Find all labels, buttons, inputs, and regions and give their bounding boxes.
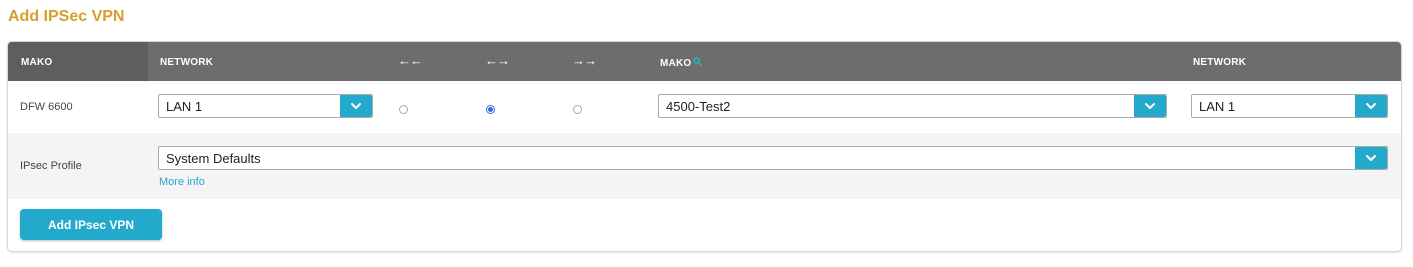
- direction-right-radio[interactable]: [573, 105, 582, 114]
- mako-right-value: 4500-Test2: [666, 99, 731, 114]
- network-right-select[interactable]: LAN 1: [1191, 94, 1388, 118]
- add-ipsec-vpn-button[interactable]: Add IPsec VPN: [20, 209, 162, 240]
- network-left-value: LAN 1: [166, 99, 203, 114]
- more-info-link[interactable]: More info: [159, 176, 205, 188]
- network-right-value: LAN 1: [1199, 99, 1236, 114]
- ipsec-profile-label: IPsec Profile: [20, 160, 82, 172]
- arrow-left-icon: ←←: [398, 53, 423, 68]
- network-left-select[interactable]: LAN 1: [158, 94, 373, 118]
- page-title: Add IPSec VPN: [8, 8, 125, 25]
- mako-right-select[interactable]: 4500-Test2: [658, 94, 1167, 118]
- ipsec-profile-value: System Defaults: [166, 151, 261, 166]
- vpn-form-panel: MAKO NETWORK ←← ←→ →→ MAKO NETWORK DFW 6…: [7, 41, 1402, 252]
- direction-both-radio[interactable]: [486, 105, 495, 114]
- header-mako-left: MAKO: [21, 57, 53, 68]
- header-network-left: NETWORK: [160, 57, 214, 68]
- mako-name: DFW 6600: [20, 101, 73, 113]
- chevron-down-icon[interactable]: [1134, 95, 1166, 117]
- header-mako-right-label: MAKO: [660, 58, 692, 69]
- header-network-right: NETWORK: [1193, 57, 1247, 68]
- search-icon[interactable]: [693, 57, 703, 69]
- table-header: MAKO NETWORK ←← ←→ →→ MAKO NETWORK: [8, 42, 1401, 81]
- arrow-right-icon: →→: [572, 53, 597, 68]
- chevron-down-icon[interactable]: [1355, 147, 1387, 169]
- chevron-down-icon[interactable]: [1355, 95, 1387, 117]
- arrow-both-icon: ←→: [485, 53, 510, 68]
- direction-left-radio[interactable]: [399, 105, 408, 114]
- header-mako-right: MAKO: [660, 57, 703, 69]
- vpn-endpoint-row: DFW 6600 LAN 1 4500-Test2 LAN 1: [8, 81, 1401, 133]
- ipsec-profile-row: IPsec Profile System Defaults More info: [8, 133, 1401, 199]
- chevron-down-icon[interactable]: [340, 95, 372, 117]
- ipsec-profile-select[interactable]: System Defaults: [158, 146, 1388, 170]
